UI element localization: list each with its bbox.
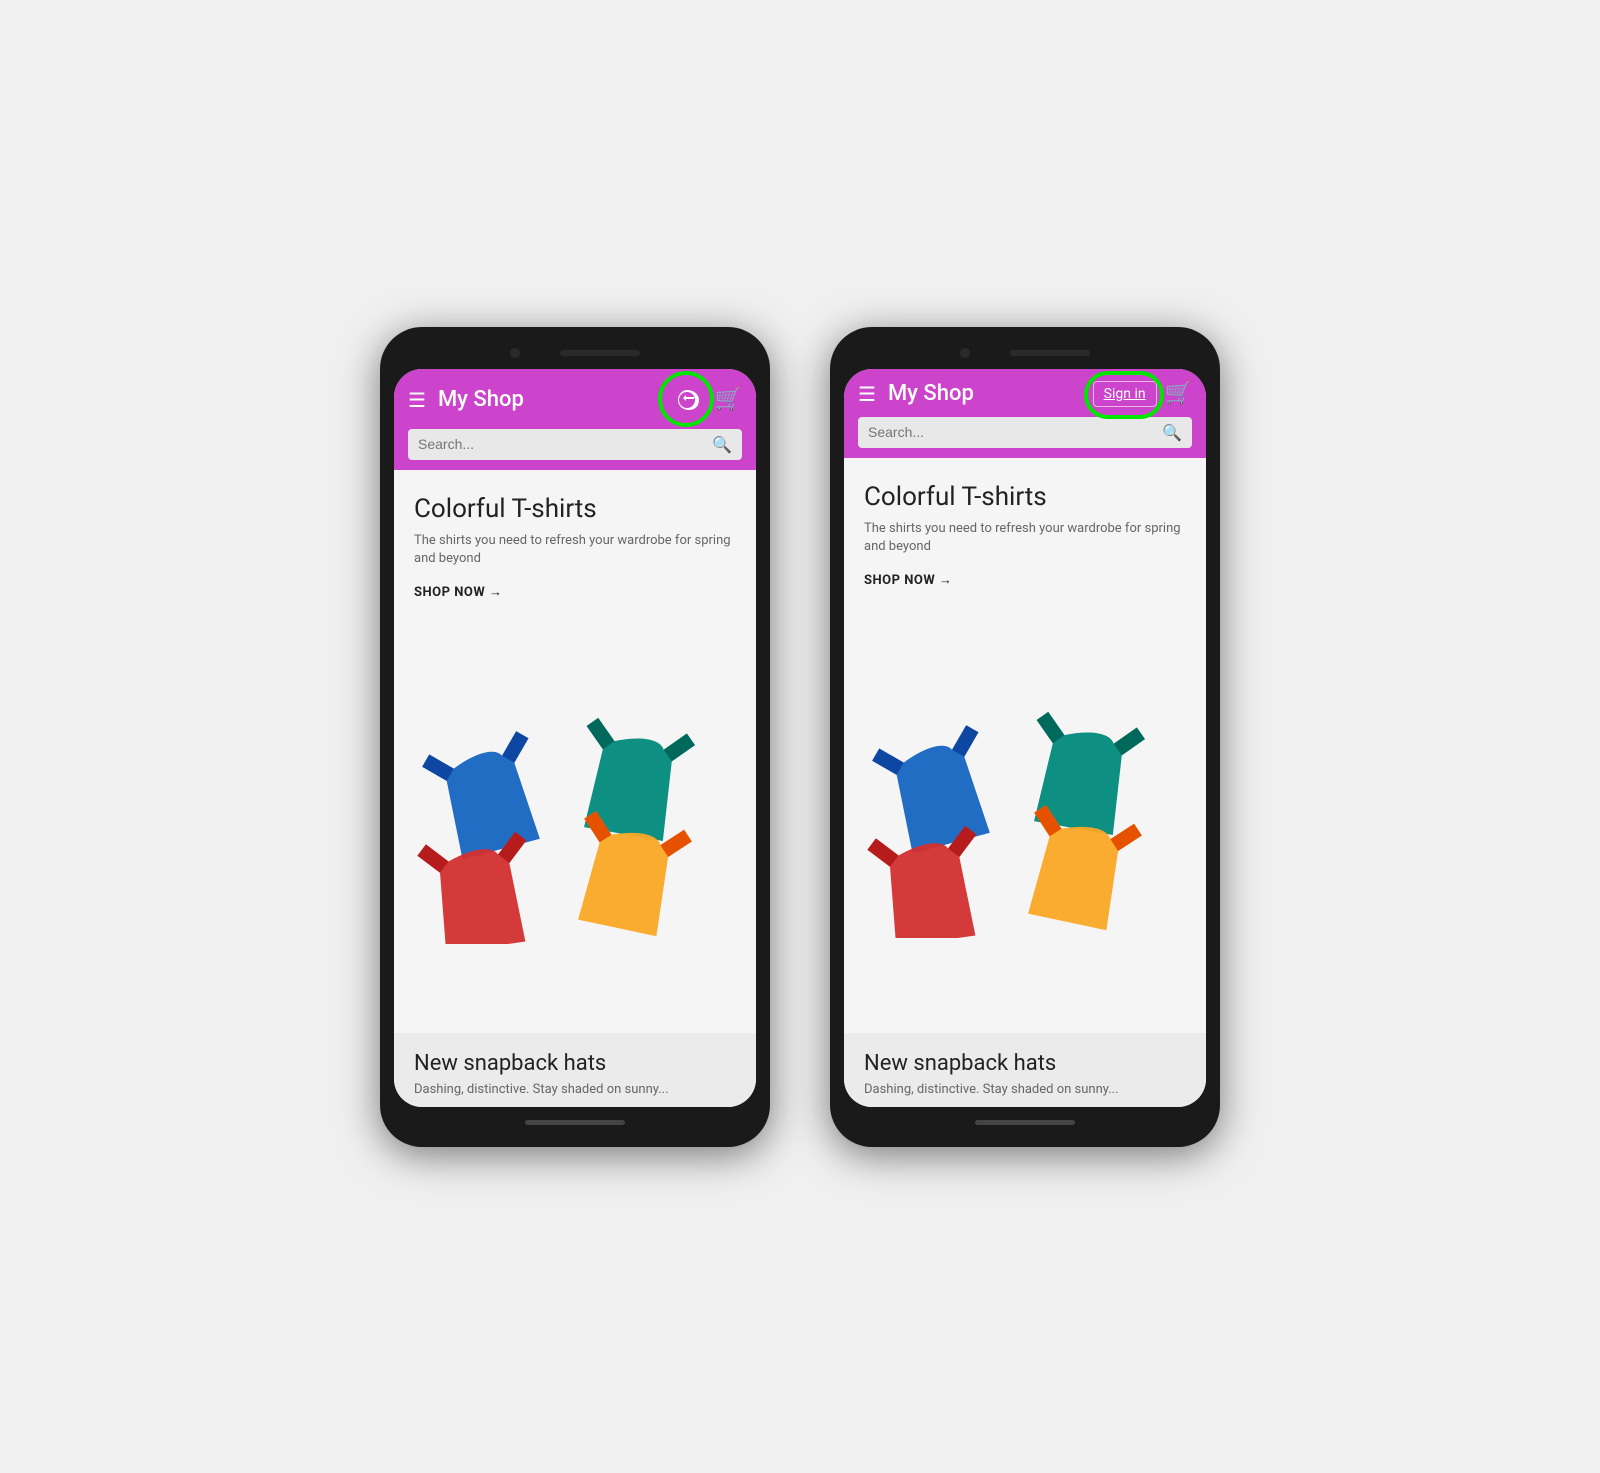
- header-top-2: ☰ My Shop Sign in 🛒: [858, 381, 1192, 407]
- app-content-2: Colorful T-shirts The shirts you need to…: [844, 458, 1206, 1107]
- app-header-2: ☰ My Shop Sign in 🛒 🔍: [844, 369, 1206, 458]
- next-section-1: New snapback hats Dashing, distinctive. …: [394, 1033, 756, 1107]
- tshirts-image-2: [864, 698, 1186, 938]
- shop-title-2: My Shop: [888, 381, 1093, 406]
- screen-2: ☰ My Shop Sign in 🛒 🔍 Colorful T-shirts …: [844, 369, 1206, 1107]
- search-input-2[interactable]: [868, 424, 1162, 440]
- phone-bottom-bar-2: [844, 1113, 1206, 1133]
- home-button-2[interactable]: [975, 1120, 1075, 1125]
- signin-icon-button-1[interactable]: [669, 381, 707, 419]
- comparison-layout: ☰ My Shop 🛒 🔍: [380, 327, 1220, 1147]
- hero-subtitle-2: The shirts you need to refresh your ward…: [864, 520, 1186, 556]
- phone-2: ☰ My Shop Sign in 🛒 🔍 Colorful T-shirts …: [830, 327, 1220, 1147]
- tshirts-image-1: [414, 704, 736, 944]
- hero-title-2: Colorful T-shirts: [864, 482, 1186, 512]
- search-input-1[interactable]: [418, 436, 712, 452]
- hero-section-2: Colorful T-shirts The shirts you need to…: [844, 458, 1206, 604]
- cart-icon-1[interactable]: 🛒: [715, 387, 742, 412]
- camera-2: [960, 348, 970, 358]
- shop-now-button-2[interactable]: SHOP NOW →: [864, 572, 1186, 588]
- phone-notch-1: [394, 341, 756, 365]
- next-subtitle-2: Dashing, distinctive. Stay shaded on sun…: [864, 1082, 1186, 1097]
- app-content-1: Colorful T-shirts The shirts you need to…: [394, 470, 756, 1107]
- hero-title-1: Colorful T-shirts: [414, 494, 736, 524]
- speaker-1: [560, 350, 640, 356]
- search-icon-1[interactable]: 🔍: [712, 435, 732, 454]
- search-bar-1: 🔍: [408, 429, 742, 460]
- hamburger-icon-1[interactable]: ☰: [408, 390, 426, 410]
- shop-now-button-1[interactable]: SHOP NOW →: [414, 584, 736, 600]
- app-header-1: ☰ My Shop 🛒 🔍: [394, 369, 756, 470]
- cart-icon-2[interactable]: 🛒: [1165, 381, 1192, 406]
- next-section-2: New snapback hats Dashing, distinctive. …: [844, 1033, 1206, 1107]
- tshirts-area-2: [844, 604, 1206, 1033]
- hero-section-1: Colorful T-shirts The shirts you need to…: [394, 470, 756, 616]
- search-bar-2: 🔍: [858, 417, 1192, 448]
- screen-1: ☰ My Shop 🛒 🔍: [394, 369, 756, 1107]
- phone-1: ☰ My Shop 🛒 🔍: [380, 327, 770, 1147]
- phone-bottom-bar-1: [394, 1113, 756, 1133]
- tshirts-area-1: [394, 616, 756, 1033]
- signin-text-button-2[interactable]: Sign in: [1093, 381, 1157, 407]
- hero-subtitle-1: The shirts you need to refresh your ward…: [414, 532, 736, 568]
- camera-1: [510, 348, 520, 358]
- next-title-2: New snapback hats: [864, 1051, 1186, 1076]
- speaker-2: [1010, 350, 1090, 356]
- phone-notch-2: [844, 341, 1206, 365]
- shop-title-1: My Shop: [438, 387, 669, 412]
- hamburger-icon-2[interactable]: ☰: [858, 384, 876, 404]
- search-icon-2[interactable]: 🔍: [1162, 423, 1182, 442]
- header-top-1: ☰ My Shop 🛒: [408, 381, 742, 419]
- home-button-1[interactable]: [525, 1120, 625, 1125]
- next-title-1: New snapback hats: [414, 1051, 736, 1076]
- next-subtitle-1: Dashing, distinctive. Stay shaded on sun…: [414, 1082, 736, 1097]
